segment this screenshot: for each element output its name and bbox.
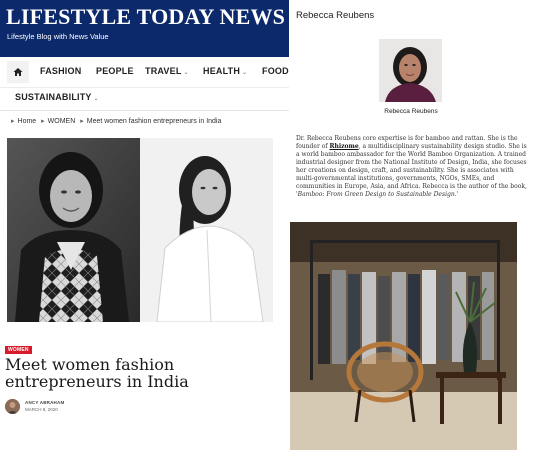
site-header: LIFESTYLE TODAY NEWS Lifestyle Blog with… bbox=[0, 0, 289, 57]
nav-item-sustainability[interactable]: SUSTAINABILITY ⌄ bbox=[15, 92, 99, 102]
profile-bio: Dr. Rebecca Reubens core expertise is fo… bbox=[296, 135, 528, 199]
breadcrumb: ▸ Home ▸ WOMEN ▸ Meet women fashion entrepr… bbox=[8, 117, 221, 125]
site-title[interactable]: LIFESTYLE TODAY NEWS bbox=[6, 4, 285, 30]
nav-item-fashion[interactable]: FASHION bbox=[40, 66, 81, 76]
nav-item-health[interactable]: HEALTH ⌄ bbox=[203, 66, 247, 76]
avatar[interactable] bbox=[5, 398, 20, 414]
breadcrumb-bullet-icon: ▸ bbox=[80, 118, 84, 125]
breadcrumb-bullet-icon: ▸ bbox=[41, 118, 45, 125]
nav-item-travel[interactable]: TRAVEL ⌄ bbox=[145, 66, 189, 76]
chevron-down-icon: ⌄ bbox=[183, 70, 189, 76]
home-icon bbox=[13, 68, 23, 76]
book-title: Bamboo: From Green Design to Sustainable… bbox=[297, 191, 457, 198]
profile-heading: Rebecca Reubens bbox=[296, 10, 375, 21]
article-title: Meet women fashion entrepreneurs in Indi… bbox=[5, 355, 189, 391]
nav-divider bbox=[0, 87, 289, 88]
breadcrumb-home[interactable]: Home bbox=[18, 118, 37, 125]
author-row: ANCY ABRAHAM MARCH 8, 2020 bbox=[5, 398, 64, 414]
bio-text: ' bbox=[456, 191, 459, 198]
featured-image[interactable] bbox=[7, 138, 273, 322]
bio-text: , a multidisciplinary sustainability des… bbox=[296, 143, 527, 198]
store-interior-image bbox=[290, 222, 517, 450]
rhizome-link[interactable]: Rhizome bbox=[329, 143, 358, 150]
profile-portrait bbox=[379, 39, 442, 102]
main-nav: FASHION PEOPLE TRAVEL⌄ HEALTH⌄ FOOD⌄ SUS… bbox=[0, 57, 296, 111]
site-tagline: Lifestyle Blog with News Value bbox=[7, 32, 109, 41]
profile-pane: Rebecca Reubens Rebecca Reubens Dr. Rebe… bbox=[289, 0, 533, 458]
breadcrumb-women[interactable]: WOMEN bbox=[48, 118, 76, 125]
chevron-down-icon: ⌄ bbox=[242, 70, 248, 76]
author-meta: ANCY ABRAHAM MARCH 8, 2020 bbox=[25, 400, 64, 412]
author-name[interactable]: ANCY ABRAHAM bbox=[25, 400, 64, 405]
chevron-down-icon: ⌄ bbox=[93, 96, 99, 102]
nav-item-people[interactable]: PEOPLE bbox=[96, 66, 134, 76]
portrait-caption: Rebecca Reubens bbox=[384, 108, 438, 115]
post-date: MARCH 8, 2020 bbox=[25, 407, 58, 412]
website-pane: LIFESTYLE TODAY NEWS Lifestyle Blog with… bbox=[0, 0, 296, 458]
breadcrumb-bullet-icon: ▸ bbox=[11, 118, 15, 125]
nav-home-button[interactable] bbox=[7, 61, 29, 83]
breadcrumb-current: Meet women fashion entrepreneurs in Indi… bbox=[86, 118, 222, 125]
category-badge[interactable]: WOMEN bbox=[5, 346, 32, 354]
